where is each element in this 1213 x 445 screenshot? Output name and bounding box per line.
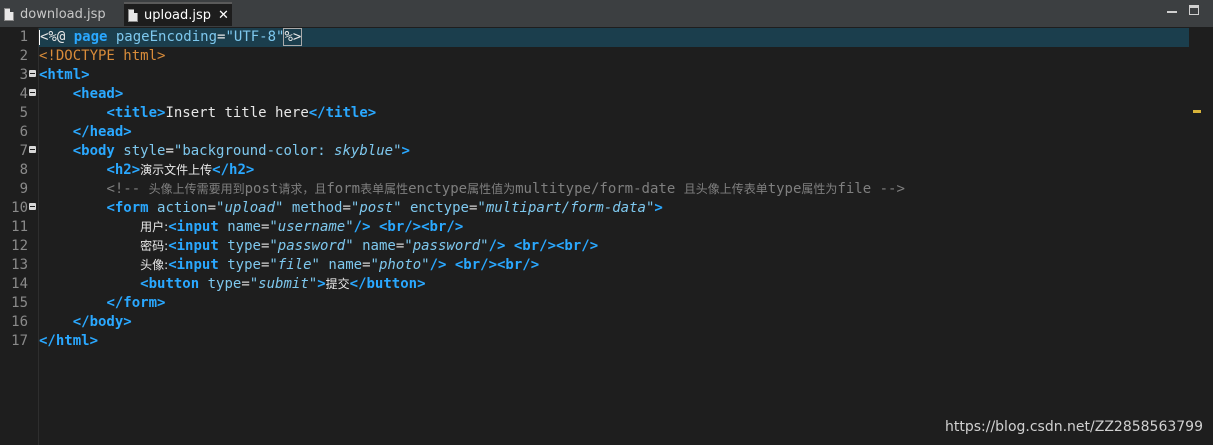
tab-download-jsp[interactable]: download.jsp	[0, 2, 122, 26]
line-number: 10	[11, 200, 28, 216]
code-line-13[interactable]: 头像:<input type="file" name="photo"/> <br…	[39, 256, 539, 275]
line-number: 15	[11, 295, 28, 311]
editor-tab-bar: download.jsp upload.jsp ✕	[0, 0, 1213, 28]
code-line-10[interactable]: <form action="upload" method="post" enct…	[39, 199, 662, 218]
code-line-14[interactable]: <button type="submit">提交</button>	[39, 275, 425, 294]
jsp-file-icon	[4, 7, 14, 21]
code-line-2[interactable]: <!DOCTYPE html>	[39, 47, 165, 66]
overview-ruler[interactable]	[1189, 28, 1205, 445]
minimize-icon[interactable]	[1167, 5, 1177, 15]
code-line-8[interactable]: <h2>演示文件上传</h2>	[39, 161, 254, 180]
line-number: 16	[11, 314, 28, 330]
line-number: 4	[19, 86, 28, 102]
tab-label: upload.jsp	[144, 7, 212, 23]
code-editor[interactable]: 1 2 3 4 5 6 7 8 9 10 11 12 13 14 15 16 1…	[0, 28, 1213, 445]
line-number: 12	[11, 238, 28, 254]
line-number: 14	[11, 276, 28, 292]
code-line-6[interactable]: </head>	[39, 123, 132, 142]
code-line-4[interactable]: <head>	[39, 85, 124, 104]
line-number: 13	[11, 257, 28, 273]
code-line-3[interactable]: <html>	[39, 66, 90, 85]
line-number: 17	[11, 333, 28, 349]
warning-marker[interactable]	[1193, 110, 1201, 113]
line-number: 1	[19, 29, 28, 45]
line-number: 11	[11, 219, 28, 235]
code-line-1[interactable]: <%@ page pageEncoding="UTF-8"%>	[39, 28, 303, 47]
line-number: 6	[19, 124, 28, 140]
tab-label: download.jsp	[20, 6, 106, 22]
watermark-url: https://blog.csdn.net/ZZ2858563799	[944, 419, 1203, 435]
code-line-15[interactable]: </form>	[39, 294, 165, 313]
close-tab-icon[interactable]: ✕	[218, 8, 229, 23]
jsp-file-icon	[128, 8, 138, 22]
maximize-icon[interactable]	[1189, 5, 1199, 15]
line-number: 2	[19, 48, 28, 64]
code-line-5[interactable]: <title>Insert title here</title>	[39, 104, 376, 123]
line-number: 9	[19, 181, 28, 197]
line-number: 7	[19, 143, 28, 159]
fold-toggle-icon[interactable]	[29, 203, 36, 210]
fold-toggle-icon[interactable]	[29, 70, 36, 77]
line-number-gutter: 1 2 3 4 5 6 7 8 9 10 11 12 13 14 15 16 1…	[0, 28, 39, 445]
code-line-7[interactable]: <body style="background-color: skyblue">	[39, 142, 410, 161]
line-number: 8	[19, 162, 28, 178]
code-line-17[interactable]: </html>	[39, 332, 98, 351]
code-line-16[interactable]: </body>	[39, 313, 132, 332]
line-number: 3	[19, 67, 28, 83]
line-number: 5	[19, 105, 28, 121]
fold-toggle-icon[interactable]	[29, 89, 36, 96]
view-controls	[1167, 5, 1199, 15]
code-line-12[interactable]: 密码:<input type="password" name="password…	[39, 237, 598, 256]
fold-toggle-icon[interactable]	[29, 146, 36, 153]
tab-upload-jsp[interactable]: upload.jsp ✕	[124, 2, 232, 26]
code-line-9[interactable]: <!-- 头像上传需要用到post请求，且form表单属性enctype属性值为…	[39, 180, 904, 199]
code-line-11[interactable]: 用户:<input name="username"/> <br/><br/>	[39, 218, 463, 237]
